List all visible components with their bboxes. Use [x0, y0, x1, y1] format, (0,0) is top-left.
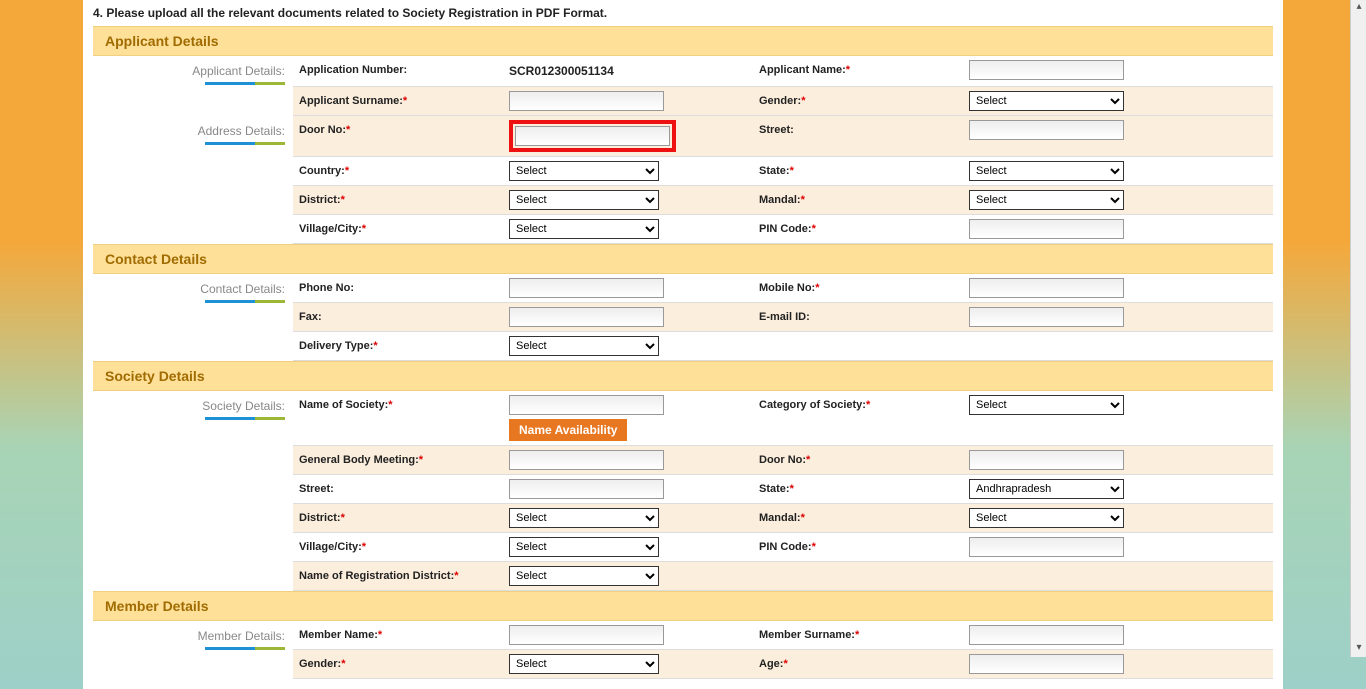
sidebar-address: Address Details:: [93, 116, 293, 244]
society-door-label: Door No:*: [753, 446, 963, 474]
society-name-input[interactable]: [509, 395, 664, 415]
member-age-label: Age:*: [753, 650, 963, 678]
pin-input[interactable]: [969, 219, 1124, 239]
society-mandal-label: Mandal:*: [753, 504, 963, 532]
state-select[interactable]: Select: [969, 161, 1124, 181]
contact-details-header: Contact Details: [93, 244, 1273, 274]
fax-label: Fax:: [293, 303, 503, 331]
sidebar-applicant: Applicant Details:: [93, 56, 293, 116]
member-name-input[interactable]: [509, 625, 664, 645]
door-no-highlight: [509, 120, 676, 152]
state-label: State:*: [753, 157, 963, 185]
society-details-header: Society Details: [93, 361, 1273, 391]
gbm-input[interactable]: [509, 450, 664, 470]
reg-dist-label: Name of Registration District:*: [293, 562, 503, 590]
sidebar-society: Society Details:: [93, 391, 293, 591]
member-surname-input[interactable]: [969, 625, 1124, 645]
member-details-header: Member Details: [93, 591, 1273, 621]
gender-label: Gender:*: [753, 87, 963, 115]
society-state-select[interactable]: Andhrapradesh: [969, 479, 1124, 499]
mandal-label: Mandal:*: [753, 186, 963, 214]
applicant-name-input[interactable]: [969, 60, 1124, 80]
member-name-label: Member Name:*: [293, 621, 503, 649]
pin-label: PIN Code:*: [753, 215, 963, 243]
country-label: Country:*: [293, 157, 503, 185]
applicant-details-header: Applicant Details: [93, 26, 1273, 56]
page-wrap: 4. Please upload all the relevant docume…: [83, 0, 1283, 689]
mandal-select[interactable]: Select: [969, 190, 1124, 210]
door-no-label: Door No:*: [293, 116, 503, 156]
application-number-label: Application Number:: [293, 56, 503, 86]
applicant-name-label: Applicant Name:*: [753, 56, 963, 86]
email-input[interactable]: [969, 307, 1124, 327]
society-street-input[interactable]: [509, 479, 664, 499]
society-village-label: Village/City:*: [293, 533, 503, 561]
phone-label: Phone No:: [293, 274, 503, 302]
applicant-surname-input[interactable]: [509, 91, 664, 111]
society-mandal-select[interactable]: Select: [969, 508, 1124, 528]
delivery-select[interactable]: Select: [509, 336, 659, 356]
society-pin-label: PIN Code:*: [753, 533, 963, 561]
member-age-input[interactable]: [969, 654, 1124, 674]
village-label: Village/City:*: [293, 215, 503, 243]
sidebar-contact: Contact Details:: [93, 274, 293, 361]
email-label: E-mail ID:: [753, 303, 963, 331]
district-label: District:*: [293, 186, 503, 214]
gbm-label: General Body Meeting:*: [293, 446, 503, 474]
reg-dist-select[interactable]: Select: [509, 566, 659, 586]
mobile-label: Mobile No:*: [753, 274, 963, 302]
delivery-label: Delivery Type:*: [293, 332, 503, 360]
society-street-label: Street:: [293, 475, 503, 503]
street-label: Street:: [753, 116, 963, 156]
member-surname-label: Member Surname:*: [753, 621, 963, 649]
district-select[interactable]: Select: [509, 190, 659, 210]
member-gender-select[interactable]: Select: [509, 654, 659, 674]
browser-scrollbar[interactable]: ▴ ▾: [1350, 0, 1366, 657]
society-name-label: Name of Society:*: [293, 391, 503, 445]
applicant-surname-label: Applicant Surname:*: [293, 87, 503, 115]
name-availability-button[interactable]: Name Availability: [509, 419, 627, 441]
street-input[interactable]: [969, 120, 1124, 140]
instruction-text: 4. Please upload all the relevant docume…: [93, 0, 1273, 26]
mobile-input[interactable]: [969, 278, 1124, 298]
application-number-value: SCR012300051134: [509, 60, 614, 82]
society-district-label: District:*: [293, 504, 503, 532]
category-label: Category of Society:*: [753, 391, 963, 445]
fax-input[interactable]: [509, 307, 664, 327]
society-pin-input[interactable]: [969, 537, 1124, 557]
society-district-select[interactable]: Select: [509, 508, 659, 528]
gender-select[interactable]: Select: [969, 91, 1124, 111]
society-door-input[interactable]: [969, 450, 1124, 470]
society-state-label: State:*: [753, 475, 963, 503]
scroll-down-arrow[interactable]: ▾: [1351, 641, 1366, 657]
scroll-up-arrow[interactable]: ▴: [1351, 0, 1366, 16]
category-select[interactable]: Select: [969, 395, 1124, 415]
member-gender-label: Gender:*: [293, 650, 503, 678]
sidebar-member: Member Details:: [93, 621, 293, 679]
door-no-input[interactable]: [515, 126, 670, 146]
country-select[interactable]: Select: [509, 161, 659, 181]
phone-input[interactable]: [509, 278, 664, 298]
society-village-select[interactable]: Select: [509, 537, 659, 557]
village-select[interactable]: Select: [509, 219, 659, 239]
